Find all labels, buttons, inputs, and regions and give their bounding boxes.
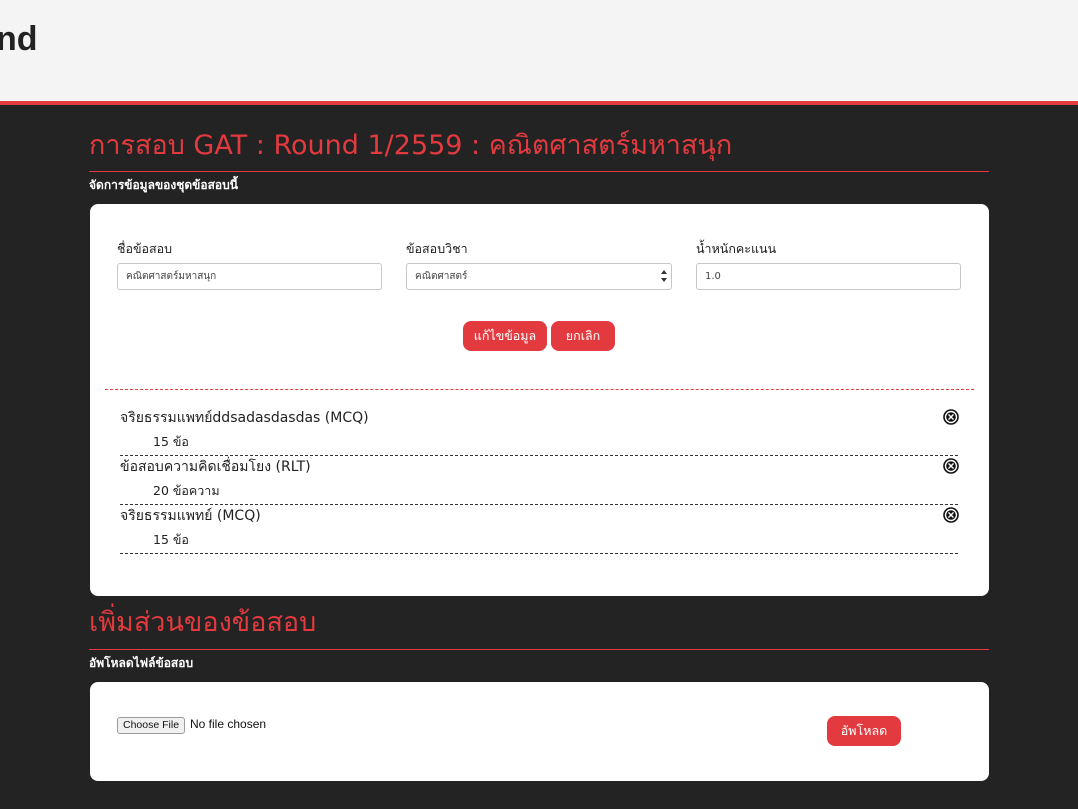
part-name: ข้อสอบความคิดเชื่อมโยง (RLT) xyxy=(120,459,311,475)
add-section-subtitle: อัพโหลดไฟล์ข้อสอบ xyxy=(89,656,194,670)
weight-input[interactable] xyxy=(696,263,961,290)
remove-circle-x-icon[interactable] xyxy=(943,507,959,523)
subject-select[interactable]: คณิตศาสตร์ xyxy=(406,263,672,290)
remove-circle-x-icon[interactable] xyxy=(943,409,959,425)
exam-name-input[interactable] xyxy=(117,263,382,290)
exam-info-card: ชื่อข้อสอบ ข้อสอบวิชา คณิตศาสตร์ น้ำหนัก… xyxy=(90,204,989,596)
exam-subtitle: จัดการข้อมูลของชุดข้อสอบนี้ xyxy=(89,178,238,192)
header-title: nd xyxy=(0,20,38,58)
upload-card: Choose File No file chosen อัพโหลด xyxy=(90,682,989,781)
remove-circle-x-icon[interactable] xyxy=(943,458,959,474)
list-item: ข้อสอบความคิดเชื่อมโยง (RLT) 20 ข้อความ xyxy=(120,456,959,505)
part-name: จริยธรรมแพทย์ (MCQ) xyxy=(120,508,261,524)
part-count: 20 ข้อความ xyxy=(153,483,220,498)
edit-button[interactable]: แก้ไขข้อมูล xyxy=(463,321,547,351)
card-divider xyxy=(105,389,974,390)
part-count: 15 ข้อ xyxy=(153,532,189,547)
part-name: จริยธรรมแพทย์ddsadasdasdas (MCQ) xyxy=(120,410,369,426)
exam-title-rule xyxy=(89,171,989,172)
add-section-rule xyxy=(89,649,989,650)
top-header: nd xyxy=(0,0,1078,101)
select-arrows-icon xyxy=(661,270,667,282)
subject-label: ข้อสอบวิชา xyxy=(406,241,468,256)
cancel-button[interactable]: ยกเลิก xyxy=(551,321,615,351)
choose-file-button[interactable]: Choose File xyxy=(117,717,186,734)
add-section-title: เพิ่มส่วนของข้อสอบ xyxy=(89,607,317,638)
exam-title: การสอบ GAT : Round 1/2559 : คณิตศาสตร์มห… xyxy=(89,130,733,161)
exam-name-label: ชื่อข้อสอบ xyxy=(117,241,173,256)
part-count: 15 ข้อ xyxy=(153,434,189,449)
upload-button[interactable]: อัพโหลด xyxy=(827,716,901,746)
subject-selected-value: คณิตศาสตร์ xyxy=(415,271,468,282)
list-item: จริยธรรมแพทย์ddsadasdasdas (MCQ) 15 ข้อ xyxy=(120,407,959,456)
weight-label: น้ำหนักคะแนน xyxy=(696,241,777,256)
header-accent-line xyxy=(0,101,1078,105)
file-status-text: No file chosen xyxy=(190,717,267,731)
list-item: จริยธรรมแพทย์ (MCQ) 15 ข้อ xyxy=(120,505,959,554)
